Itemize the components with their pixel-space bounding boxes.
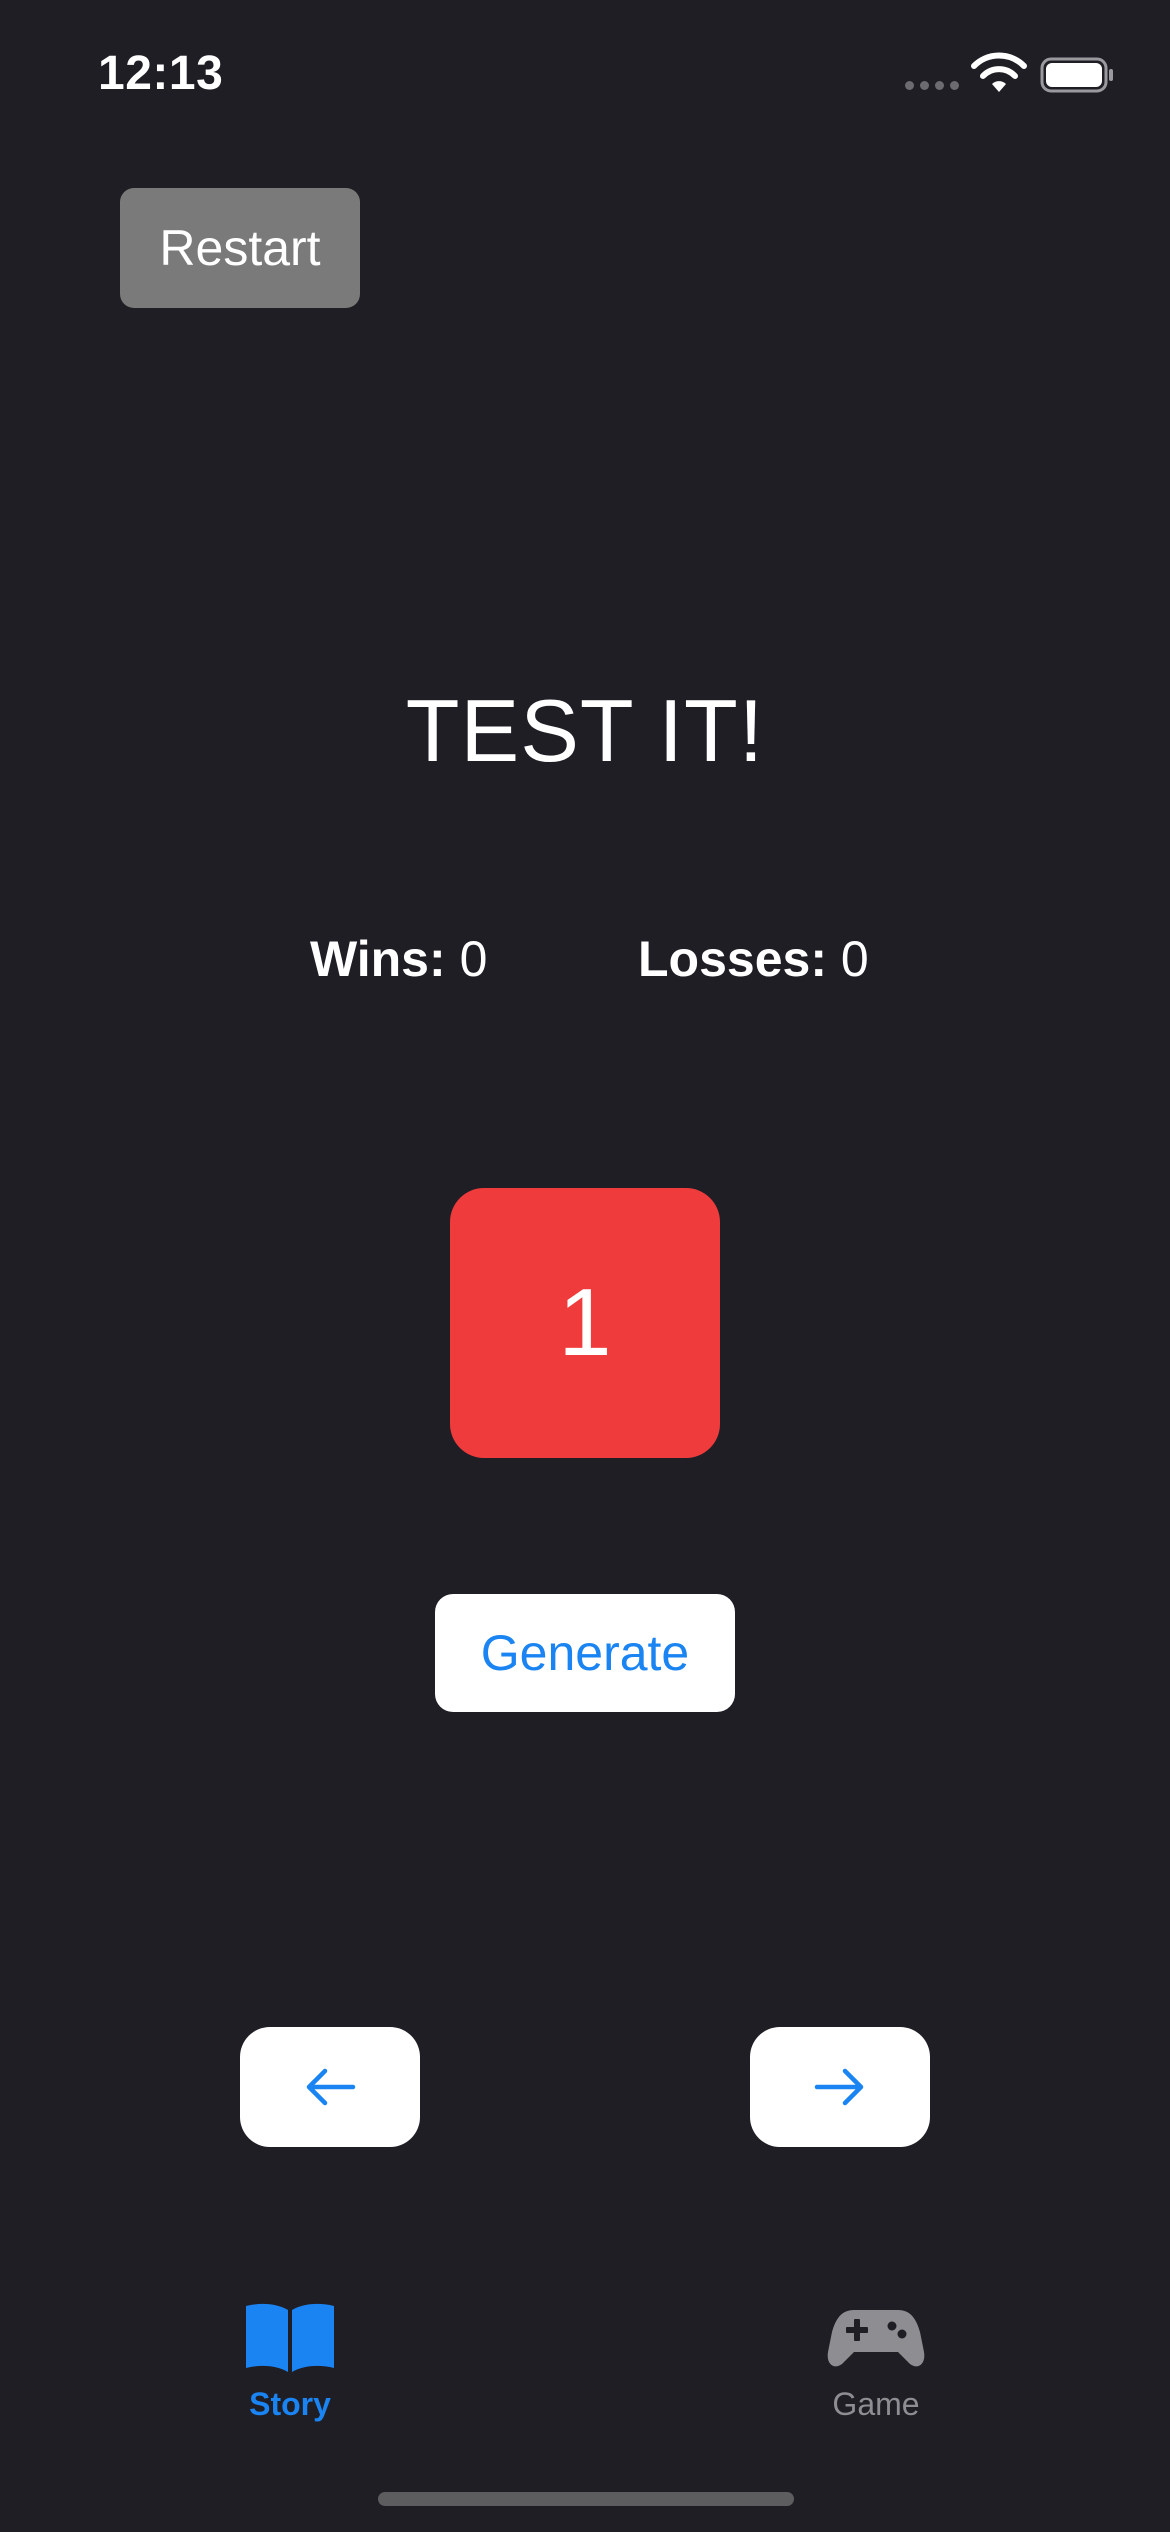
status-bar-time: 12:13 [98, 47, 224, 100]
home-indicator[interactable] [378, 2492, 794, 2506]
tab-game[interactable]: Game [776, 2300, 976, 2423]
arrow-left-icon [306, 2068, 356, 2106]
losses-label: Losses: [638, 931, 827, 987]
next-button[interactable] [750, 2027, 930, 2147]
restart-button[interactable]: Restart [120, 188, 360, 308]
gamecontroller-icon [827, 2310, 925, 2367]
tab-story[interactable]: Story [190, 2300, 390, 2423]
tab-game-label: Game [832, 2386, 920, 2422]
wins-counter: Wins: 0 [310, 930, 487, 988]
wins-label: Wins: [310, 931, 446, 987]
generate-button[interactable]: Generate [435, 1594, 735, 1712]
arrow-right-icon [814, 2068, 864, 2106]
wifi-icon [971, 52, 1027, 92]
page-title: TEST IT! [405, 681, 765, 780]
previous-button[interactable] [240, 2027, 420, 2147]
battery-icon [1040, 57, 1113, 93]
book-icon [246, 2303, 334, 2372]
losses-counter: Losses: 0 [638, 930, 869, 988]
cellular-signal-icon [905, 81, 959, 90]
tab-story-label: Story [249, 2386, 331, 2422]
number-tile: 1 [450, 1188, 720, 1458]
losses-value: 0 [840, 931, 869, 987]
wins-value: 0 [459, 931, 488, 987]
